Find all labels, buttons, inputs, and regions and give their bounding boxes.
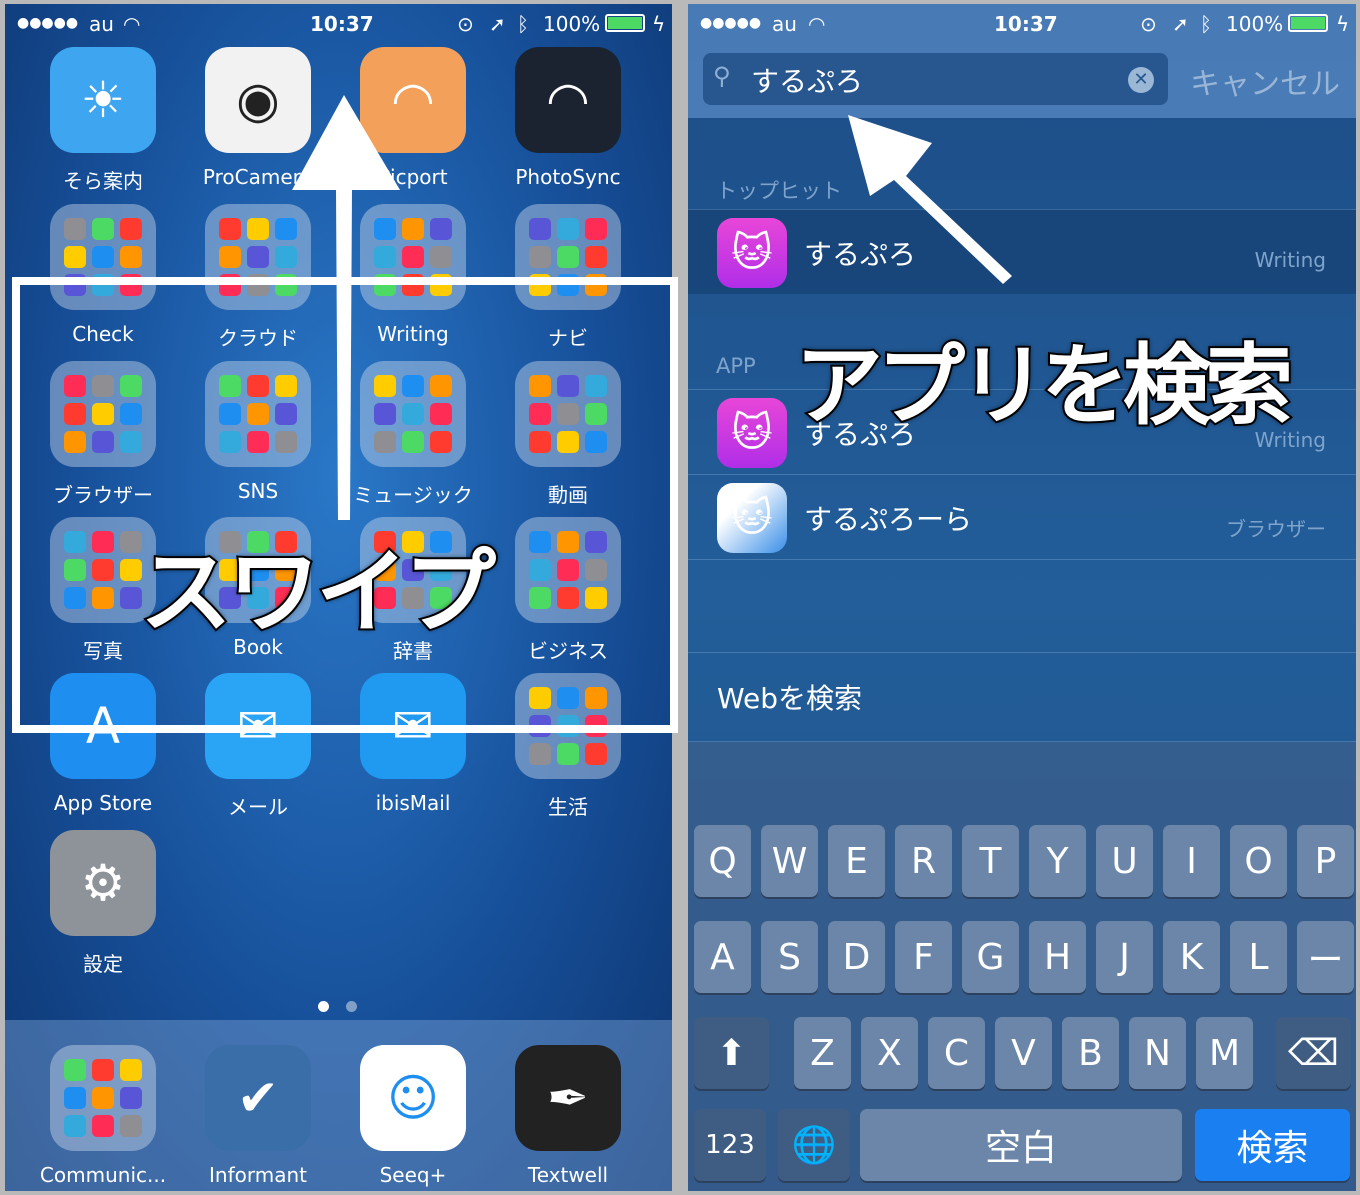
swipe-arrow <box>292 95 400 520</box>
search-caption: アプリを検索 <box>793 332 1295 439</box>
search-arrow <box>848 115 1012 284</box>
swipe-caption: スワイプ <box>138 537 498 648</box>
